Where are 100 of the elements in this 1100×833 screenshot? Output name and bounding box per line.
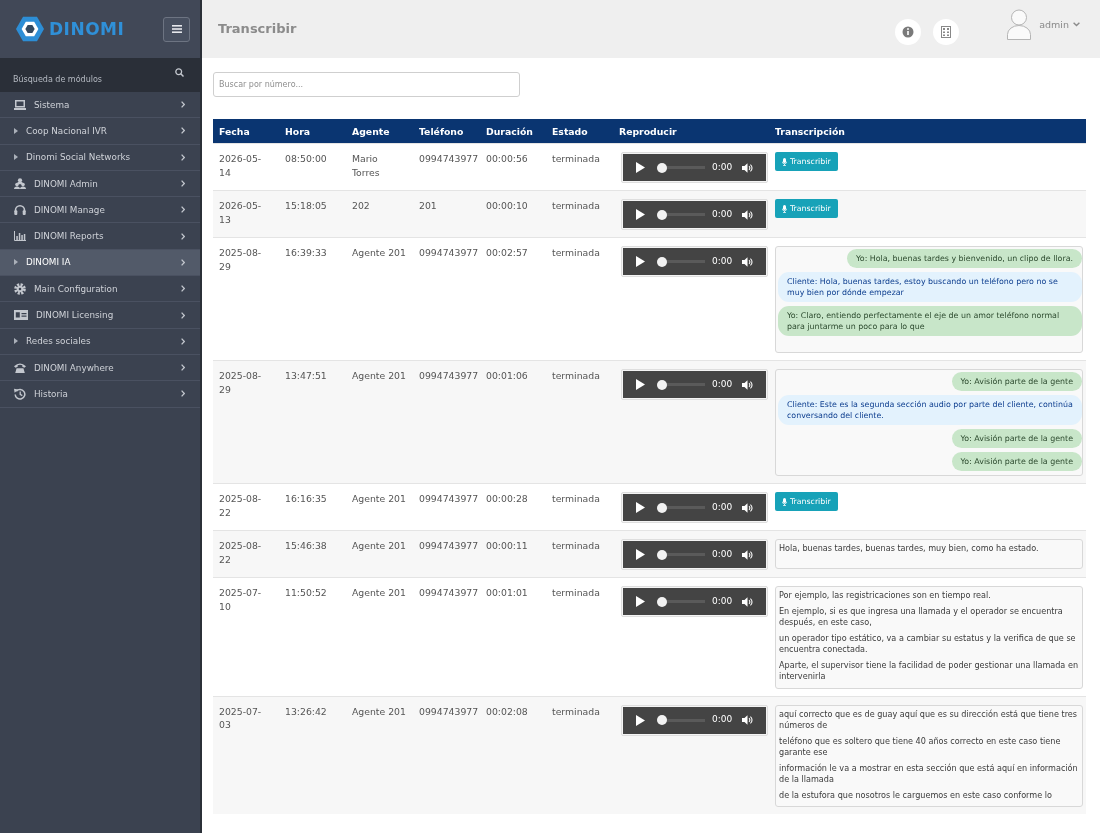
sidebar-item[interactable]: Coop Nacional IVR xyxy=(0,118,200,145)
table-cell-text: 2026-05-13 xyxy=(219,199,263,226)
play-icon[interactable] xyxy=(636,549,645,560)
table-cell: 0994743977 xyxy=(419,152,479,166)
volume-icon[interactable] xyxy=(742,162,754,173)
slider-thumb[interactable] xyxy=(657,379,667,390)
search-icon[interactable] xyxy=(175,68,184,77)
slider-thumb[interactable] xyxy=(657,549,667,560)
time-text: 0:00 xyxy=(712,377,733,391)
user-avatar-icon xyxy=(1007,9,1032,40)
table-cell: 00:02:57 xyxy=(486,246,528,260)
table-cell: terminada xyxy=(552,704,600,718)
chevron-right-icon xyxy=(181,153,185,161)
menu-icon xyxy=(171,25,182,33)
table-cell: Agente 201 xyxy=(352,369,406,383)
table-cell: terminada xyxy=(552,246,600,260)
play-icon[interactable] xyxy=(636,379,645,390)
play-icon[interactable] xyxy=(636,714,645,726)
slider-thumb[interactable] xyxy=(657,209,667,220)
sidebar-item[interactable]: DINOMI Anywhere xyxy=(0,354,200,382)
history-icon xyxy=(14,387,26,400)
chevron-right-icon xyxy=(181,232,185,240)
sidebar-item[interactable]: DINOMI Manage xyxy=(0,197,200,224)
table-cell: 13:26:42 xyxy=(285,704,327,718)
play-icon[interactable] xyxy=(636,162,645,173)
slider-thumb[interactable] xyxy=(657,256,667,267)
sidebar-item[interactable]: DINOMI Admin xyxy=(0,170,200,198)
sidebar-item[interactable]: DINOMI Reports xyxy=(0,223,200,250)
play-icon[interactable] xyxy=(636,502,645,513)
chevron-right-icon xyxy=(181,337,185,345)
slider-thumb[interactable] xyxy=(657,162,667,173)
volume-icon[interactable] xyxy=(742,379,754,390)
grid-icon[interactable] xyxy=(933,19,960,45)
play-icon[interactable] xyxy=(636,596,645,607)
info-icon[interactable] xyxy=(895,19,922,45)
slider-thumb[interactable] xyxy=(657,715,667,725)
volume-icon[interactable] xyxy=(742,209,754,220)
microphone-icon xyxy=(782,157,787,166)
table-cell: Agente 201 xyxy=(352,492,406,506)
table-cell-text: 2025-08-22 xyxy=(219,492,263,519)
chevron-right-icon xyxy=(181,127,185,135)
table-cell: 16:16:35 xyxy=(285,492,327,506)
sidebar-item[interactable]: Historia xyxy=(0,381,200,408)
time-text: 0:00 xyxy=(712,594,733,608)
volume-icon[interactable] xyxy=(742,715,754,725)
transcript-text: un operador tipo estático, va a cambiar su estatus y la verifica de que se encuentra conectada. xyxy=(779,632,1077,656)
table-cell: terminada xyxy=(552,539,600,553)
gear-icon xyxy=(14,282,26,295)
module-search-field[interactable]: Búsqueda de módulos xyxy=(0,58,200,92)
volume-icon[interactable] xyxy=(742,549,754,560)
column-header: Teléfono xyxy=(413,119,480,144)
sidebar-item[interactable]: Dinomi Social Networks xyxy=(0,144,200,171)
transcript-text: Hola, buenas tardes, buenas tardes, muy bien, como ha estado. xyxy=(779,543,1040,555)
table-cell: 00:01:06 xyxy=(486,369,528,383)
table-cell: 00:01:01 xyxy=(486,586,528,600)
sidebar-item[interactable]: DINOMI Licensing xyxy=(0,302,200,329)
volume-icon[interactable] xyxy=(742,256,754,267)
column-header: Hora xyxy=(279,119,346,144)
microphone-icon xyxy=(782,204,787,213)
table-cell: 13:47:51 xyxy=(285,369,327,383)
volume-icon[interactable] xyxy=(742,596,754,607)
play-icon[interactable] xyxy=(636,209,645,220)
column-header: Reproducir xyxy=(613,119,769,144)
transcript-text: información le va a mostrar en esta sección que está aquí en información de la llamada xyxy=(779,762,1079,786)
search-field[interactable]: Buscar por número... xyxy=(213,72,520,97)
table-cell: 00:00:28 xyxy=(486,492,528,506)
table-cell: terminada xyxy=(552,199,600,213)
volume-icon[interactable] xyxy=(742,502,754,513)
table-cell: 00:00:11 xyxy=(486,539,528,553)
table-cell: 0994743977 xyxy=(419,492,479,506)
table-cell-text: 2025-07-03 xyxy=(219,704,263,732)
table-cell-text: Mario Torres xyxy=(352,152,381,179)
table-cell-text: 2025-08-22 xyxy=(219,539,263,566)
time-text: 0:00 xyxy=(712,160,733,174)
sidebar-item[interactable]: Redes sociales xyxy=(0,328,200,355)
triangle-icon xyxy=(14,338,18,345)
table-cell: 00:02:08 xyxy=(486,704,528,718)
sidebar-item[interactable]: Sistema xyxy=(0,92,200,119)
triangle-icon xyxy=(14,127,18,134)
laptop-icon xyxy=(14,99,26,110)
menu-button[interactable] xyxy=(163,16,190,42)
triangle-icon xyxy=(14,259,18,266)
table-cell: terminada xyxy=(552,586,600,600)
table-cell: Agente 201 xyxy=(352,246,406,260)
column-header: Estado xyxy=(546,119,613,144)
table-cell-text: 2025-08-29 xyxy=(219,246,263,273)
sidebar-item[interactable]: Main Configuration xyxy=(0,276,200,303)
table-cell: 202 xyxy=(352,199,370,213)
chevron-right-icon xyxy=(181,180,185,188)
sidebar-item[interactable]: DINOMI IA xyxy=(0,249,200,277)
time-text: 0:00 xyxy=(712,207,733,221)
slider-thumb[interactable] xyxy=(657,502,667,513)
bar-chart-icon xyxy=(14,231,26,242)
slider-thumb[interactable] xyxy=(657,596,667,607)
transcript-text: En ejemplo, si es que ingresa una llamada y el operador se encuentra después, en este caso, xyxy=(779,605,1064,629)
table-cell: 15:46:38 xyxy=(285,539,327,553)
microphone-icon xyxy=(782,497,787,506)
play-icon[interactable] xyxy=(636,256,645,267)
chevron-right-icon xyxy=(181,311,185,319)
transcript-text: Aparte, el supervisor tiene la facilidad de poder gestionar una llamada en intervenirla xyxy=(779,659,1079,683)
